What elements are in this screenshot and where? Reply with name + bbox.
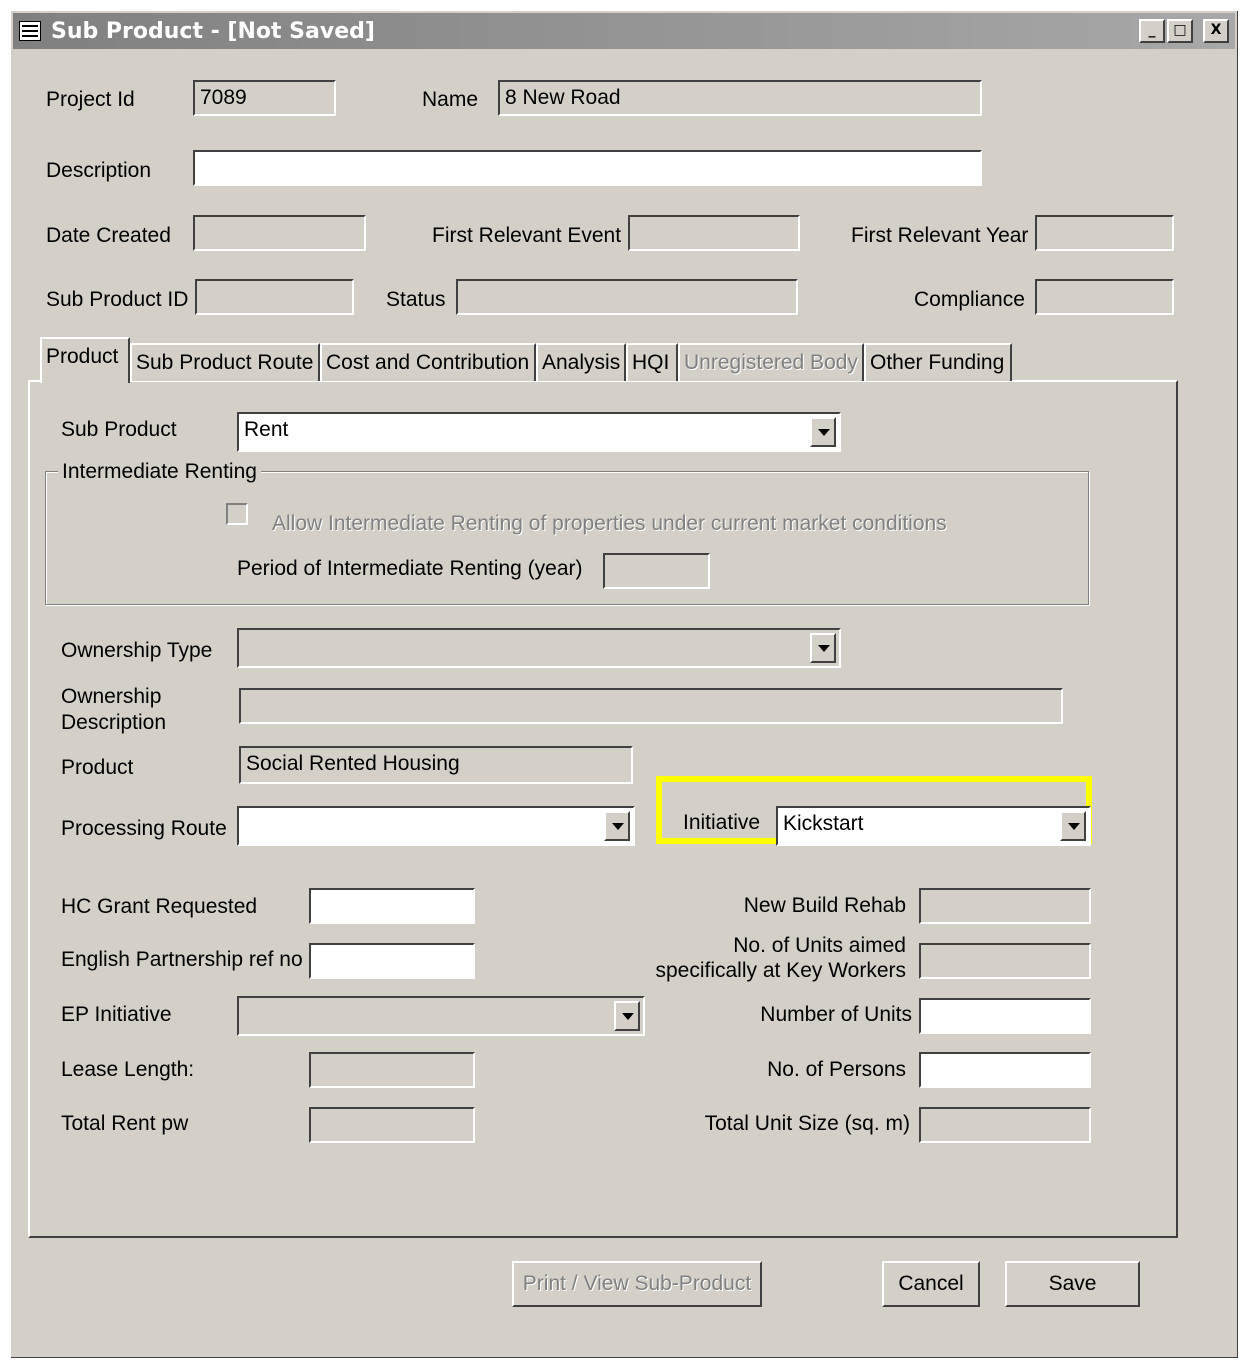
period-intermediate-label: Period of Intermediate Renting (year)	[237, 557, 583, 580]
key-workers-field[interactable]	[919, 943, 1091, 979]
tab-sub-product-route[interactable]: Sub Product Route	[130, 343, 320, 381]
window-title: Sub Product - [Not Saved]	[51, 19, 375, 44]
ep-ref-no-label: English Partnership ref no	[61, 948, 303, 971]
tab-other-funding[interactable]: Other Funding	[864, 343, 1012, 381]
close-button[interactable]: X	[1203, 19, 1229, 43]
allow-intermediate-checkbox[interactable]	[226, 503, 248, 525]
save-button[interactable]: Save	[1005, 1261, 1140, 1307]
compliance-label: Compliance	[914, 288, 1025, 311]
ownership-type-label: Ownership Type	[61, 639, 213, 662]
maximize-button[interactable]: □	[1167, 19, 1193, 43]
number-of-units-field[interactable]	[919, 998, 1091, 1034]
no-of-persons-field[interactable]	[919, 1052, 1091, 1088]
title-bar[interactable]: Sub Product - [Not Saved] _ □ X	[13, 13, 1235, 49]
status-field[interactable]	[456, 279, 798, 315]
product-label: Product	[61, 756, 134, 779]
ownership-description-field[interactable]	[239, 688, 1063, 724]
processing-route-label: Processing Route	[61, 817, 227, 840]
sub-product-id-label: Sub Product ID	[46, 288, 189, 311]
sub-product-label: Sub Product	[61, 418, 177, 441]
tab-hqi[interactable]: HQI	[626, 343, 678, 381]
ep-ref-no-field[interactable]	[309, 943, 475, 979]
ep-initiative-label: EP Initiative	[61, 1003, 172, 1026]
cancel-button[interactable]: Cancel	[882, 1261, 980, 1307]
chevron-down-icon[interactable]	[604, 811, 630, 841]
ownership-type-select[interactable]	[237, 628, 841, 668]
lease-length-label: Lease Length:	[61, 1058, 195, 1081]
allow-intermediate-label: Allow Intermediate Renting of properties…	[272, 512, 947, 535]
tab-unregistered-body[interactable]: Unregistered Body	[678, 343, 864, 381]
minimize-button[interactable]: _	[1139, 19, 1165, 43]
sub-product-select[interactable]: Rent	[237, 412, 841, 452]
new-build-rehab-field[interactable]	[919, 888, 1091, 924]
name-label: Name	[422, 88, 479, 111]
tab-analysis[interactable]: Analysis	[536, 343, 626, 381]
project-id-field[interactable]: 7089	[193, 80, 336, 116]
description-label: Description	[46, 159, 152, 182]
hc-grant-requested-field[interactable]	[309, 888, 475, 924]
ownership-description-label-1: Ownership	[61, 685, 162, 708]
total-rent-pw-field[interactable]	[309, 1107, 475, 1143]
new-build-rehab-label: New Build Rehab	[743, 894, 906, 917]
no-of-persons-label: No. of Persons	[767, 1058, 906, 1081]
tab-cost-and-contribution[interactable]: Cost and Contribution	[320, 343, 536, 381]
sub-product-value: Rent	[244, 418, 289, 441]
intermediate-renting-group	[45, 471, 1089, 605]
initiative-label: Initiative	[683, 811, 761, 834]
first-relevant-year-field[interactable]	[1035, 215, 1174, 251]
first-relevant-event-label: First Relevant Event	[432, 224, 622, 247]
compliance-field[interactable]	[1035, 279, 1174, 315]
processing-route-select[interactable]	[237, 806, 635, 846]
date-created-label: Date Created	[46, 224, 171, 247]
tab-product[interactable]: Product	[40, 337, 130, 383]
form-icon	[19, 21, 41, 41]
status-label: Status	[386, 288, 446, 311]
total-unit-size-label: Total Unit Size (sq. m)	[704, 1112, 910, 1135]
intermediate-renting-title: Intermediate Renting	[58, 460, 261, 484]
date-created-field[interactable]	[193, 215, 366, 251]
number-of-units-label: Number of Units	[760, 1003, 912, 1026]
key-workers-label-1: No. of Units aimed	[733, 934, 906, 957]
first-relevant-year-label: First Relevant Year	[851, 224, 1029, 247]
period-intermediate-field[interactable]	[603, 553, 710, 589]
project-id-label: Project Id	[46, 88, 135, 111]
first-relevant-event-field[interactable]	[628, 215, 800, 251]
product-field[interactable]: Social Rented Housing	[239, 746, 633, 784]
chevron-down-icon[interactable]	[614, 1001, 640, 1031]
initiative-select[interactable]: Kickstart	[776, 806, 1091, 846]
total-rent-pw-label: Total Rent pw	[61, 1112, 189, 1135]
sub-product-id-field[interactable]	[195, 279, 354, 315]
chevron-down-icon[interactable]	[810, 633, 836, 663]
hc-grant-requested-label: HC Grant Requested	[61, 895, 258, 918]
ep-initiative-select[interactable]	[237, 996, 645, 1036]
description-field[interactable]	[193, 150, 982, 186]
chevron-down-icon[interactable]	[1060, 811, 1086, 841]
key-workers-label-2: specifically at Key Workers	[655, 959, 906, 982]
lease-length-field[interactable]	[309, 1052, 475, 1088]
ownership-description-label-2: Description	[61, 711, 167, 734]
name-field[interactable]: 8 New Road	[498, 80, 982, 116]
print-view-sub-product-button[interactable]: Print / View Sub-Product	[512, 1261, 762, 1307]
chevron-down-icon[interactable]	[810, 417, 836, 447]
total-unit-size-field[interactable]	[919, 1107, 1091, 1143]
initiative-value: Kickstart	[783, 812, 864, 835]
